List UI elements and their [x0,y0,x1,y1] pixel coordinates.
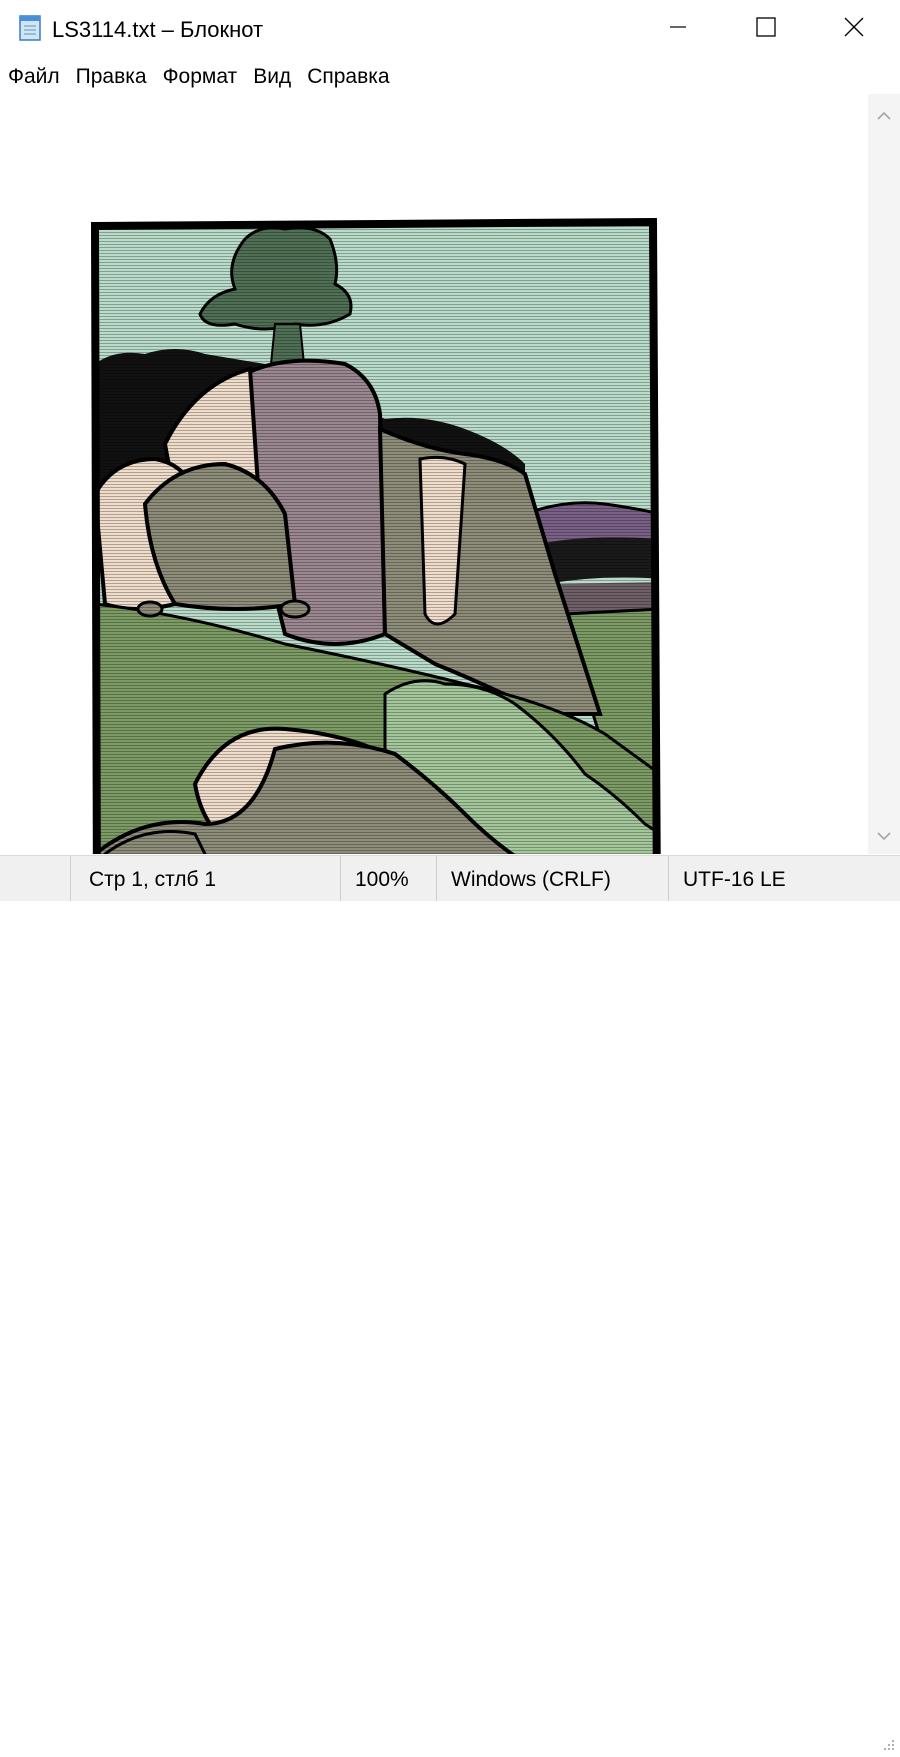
scroll-down-button[interactable] [868,820,900,854]
minimize-icon [668,17,688,42]
menu-file[interactable]: Файл [0,62,68,92]
line-endings: Windows (CRLF) [436,856,668,901]
title-bar: LS3114.txt – Блокнот [0,0,900,58]
resize-grip-icon[interactable] [878,1734,896,1752]
ascii-art-landscape [90,217,661,854]
menu-edit[interactable]: Правка [68,62,155,92]
status-bar: Стр 1, стлб 1 100% Windows (CRLF) UTF-16… [0,855,900,1750]
menu-bar: Файл Правка Формат Вид Справка [0,62,900,92]
menu-help[interactable]: Справка [299,62,397,92]
chevron-down-icon [876,828,892,846]
text-editor[interactable] [0,94,868,854]
close-button[interactable] [808,0,900,58]
cursor-position: Стр 1, стлб 1 [70,856,340,901]
menu-format[interactable]: Формат [155,62,246,92]
window-title: LS3114.txt – Блокнот [52,17,264,42]
maximize-button[interactable] [720,0,812,58]
maximize-icon [755,16,777,43]
zoom-level: 100% [340,856,436,901]
minimize-button[interactable] [632,0,724,58]
close-icon [843,16,865,43]
encoding: UTF-16 LE [668,856,878,901]
scroll-up-button[interactable] [868,100,900,134]
menu-view[interactable]: Вид [245,62,299,92]
vertical-scrollbar[interactable] [868,94,900,854]
notepad-icon [17,14,43,42]
chevron-up-icon [876,108,892,126]
